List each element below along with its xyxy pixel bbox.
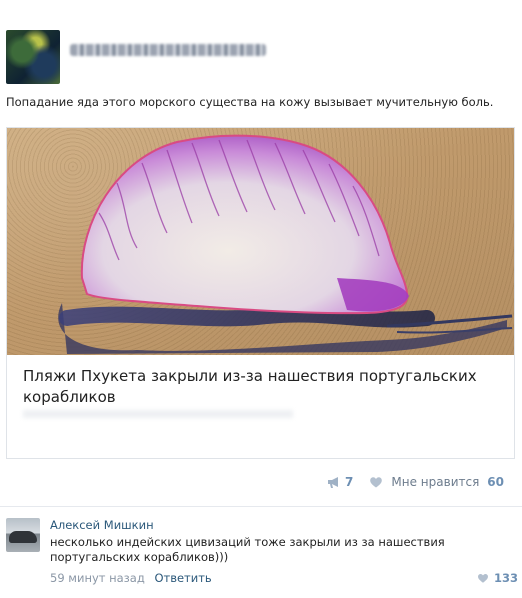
post-actions: 7 Мне нравится 60 <box>327 474 504 490</box>
comment-meta: 59 минут назад Ответить <box>50 571 212 585</box>
post-header <box>6 30 516 84</box>
comment-like-count: 133 <box>493 571 518 585</box>
like-label[interactable]: Мне нравится <box>391 475 479 489</box>
comment-time[interactable]: 59 минут назад <box>50 571 145 585</box>
like-count[interactable]: 60 <box>487 475 504 489</box>
share-count[interactable]: 7 <box>345 475 353 489</box>
heart-icon[interactable] <box>477 572 489 584</box>
community-avatar[interactable] <box>6 30 60 84</box>
jellyfish-illustration <box>58 134 513 354</box>
megaphone-icon[interactable] <box>327 475 341 489</box>
link-title[interactable]: Пляжи Пхукета закрыли из-за нашествия по… <box>23 366 493 408</box>
car-image <box>9 531 37 543</box>
comments-divider <box>0 506 522 507</box>
link-image[interactable] <box>7 128 514 355</box>
link-attachment[interactable]: Пляжи Пхукета закрыли из-за нашествия по… <box>6 127 515 459</box>
heart-icon[interactable] <box>369 475 383 489</box>
comment-text: несколько индейских цивизаций тоже закры… <box>50 535 445 564</box>
post-text: Попадание яда этого морского существа на… <box>6 95 494 109</box>
comment-avatar[interactable] <box>6 518 40 552</box>
comment-author[interactable]: Алексей Мишкин <box>50 518 154 532</box>
author-name-blurred[interactable] <box>70 44 266 56</box>
comment-likes[interactable]: 133 <box>477 571 518 585</box>
link-domain-blurred <box>23 410 293 418</box>
comment: Алексей Мишкин несколько индейских цивиз… <box>6 516 518 592</box>
reply-button[interactable]: Ответить <box>154 571 211 585</box>
